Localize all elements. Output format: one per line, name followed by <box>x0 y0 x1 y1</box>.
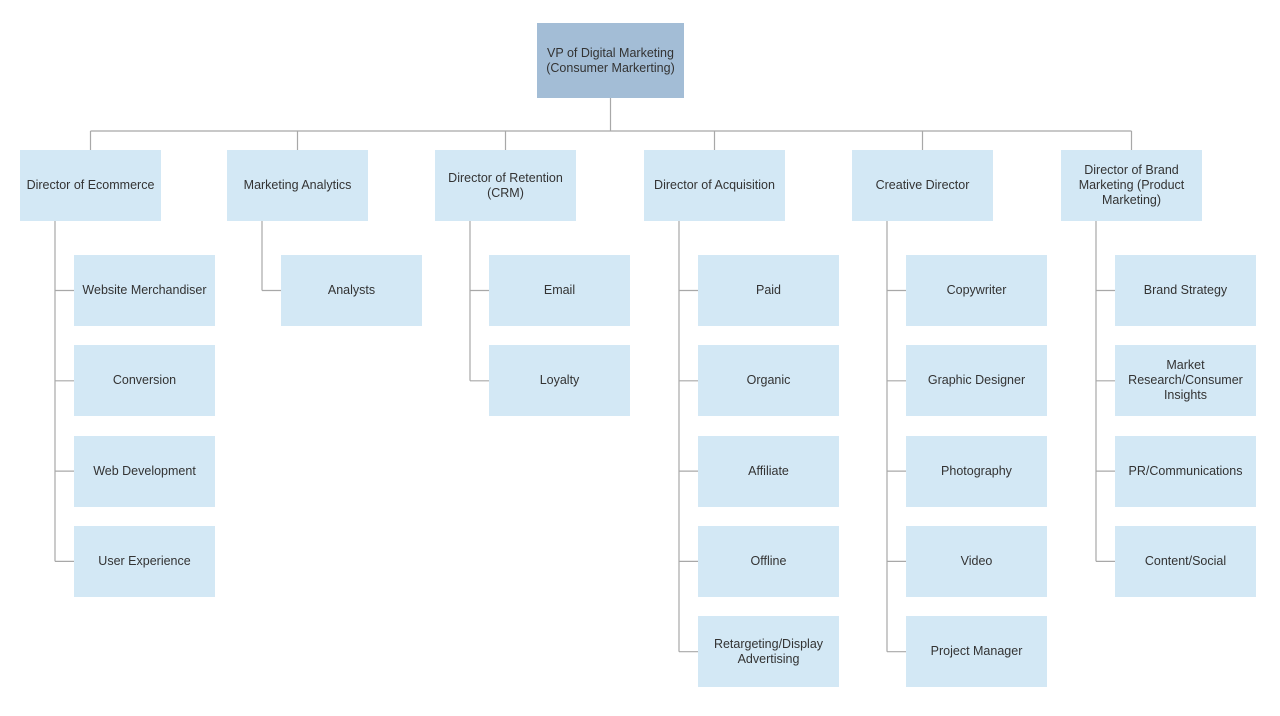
role-node-brand-strategy: Brand Strategy <box>1115 255 1256 326</box>
role-node-offline: Offline <box>698 525 839 597</box>
node-label: Affiliate <box>748 463 789 478</box>
role-node-loyalty: Loyalty <box>489 345 630 417</box>
node-label: Director of Ecommerce <box>26 178 155 192</box>
department-node-director-of-retention-crm: Director of Retention (CRM) <box>435 150 576 221</box>
node-label: Marketing Analytics <box>243 178 352 192</box>
node-label: Offline <box>750 553 787 568</box>
node-label: Creative Director <box>875 178 970 192</box>
node-label: Director of Brand Marketing (Product Mar… <box>1078 163 1185 207</box>
node-label: Market Research/Consumer Insights <box>1128 358 1243 403</box>
node-label: Brand Strategy <box>1143 283 1228 297</box>
role-node-website-merchandiser: Website Merchandiser <box>74 255 215 326</box>
node-label: Copywriter <box>946 283 1007 297</box>
role-node-pr-communications: PR/Communications <box>1115 435 1256 507</box>
role-node-web-development: Web Development <box>74 435 215 507</box>
node-label: Photography <box>941 463 1012 478</box>
node-label: Graphic Designer <box>927 373 1026 388</box>
node-label: PR/Communications <box>1128 463 1243 478</box>
node-label: Paid <box>755 283 782 297</box>
role-node-analysts: Analysts <box>281 255 422 326</box>
department-node-marketing-analytics: Marketing Analytics <box>227 150 368 221</box>
role-node-retargeting-display-advertising: Retargeting/Display Advertising <box>698 616 839 688</box>
role-node-user-experience: User Experience <box>74 525 215 597</box>
node-label: Project Manager <box>930 644 1023 659</box>
role-node-email: Email <box>489 255 630 326</box>
role-node-paid: Paid <box>698 255 839 326</box>
role-node-video: Video <box>906 525 1047 597</box>
role-node-conversion: Conversion <box>74 345 215 417</box>
department-node-director-of-brand-marketing-product-marketing: Director of Brand Marketing (Product Mar… <box>1061 150 1202 221</box>
node-label: Website Merchandiser <box>82 283 207 297</box>
node-label: Web Development <box>93 463 196 478</box>
node-label: User Experience <box>98 553 191 568</box>
node-label: Organic <box>746 373 791 388</box>
role-node-project-manager: Project Manager <box>906 616 1047 688</box>
node-label: Video <box>960 553 993 568</box>
node-label: Retargeting/Display Advertising <box>713 636 824 666</box>
node-label: Loyalty <box>539 373 580 388</box>
role-node-market-research-consumer-insights: Market Research/Consumer Insights <box>1115 345 1256 417</box>
root-node: VP of Digital Marketing (Consumer Marker… <box>537 23 684 98</box>
node-label: Content/Social <box>1144 553 1227 568</box>
department-node-creative-director: Creative Director <box>852 150 993 221</box>
role-node-affiliate: Affiliate <box>698 435 839 507</box>
node-label: Director of Retention (CRM) <box>448 170 563 200</box>
role-node-copywriter: Copywriter <box>906 255 1047 326</box>
node-label: Director of Acquisition <box>654 178 775 192</box>
node-label: VP of Digital Marketing (Consumer Marker… <box>546 45 675 75</box>
node-label: Conversion <box>112 373 177 388</box>
role-node-photography: Photography <box>906 435 1047 507</box>
department-node-director-of-acquisition: Director of Acquisition <box>644 150 785 221</box>
node-label: Analysts <box>327 283 376 297</box>
role-node-graphic-designer: Graphic Designer <box>906 345 1047 417</box>
department-node-director-of-ecommerce: Director of Ecommerce <box>20 150 161 221</box>
node-label: Email <box>543 283 576 297</box>
role-node-organic: Organic <box>698 345 839 417</box>
role-node-content-social: Content/Social <box>1115 525 1256 597</box>
